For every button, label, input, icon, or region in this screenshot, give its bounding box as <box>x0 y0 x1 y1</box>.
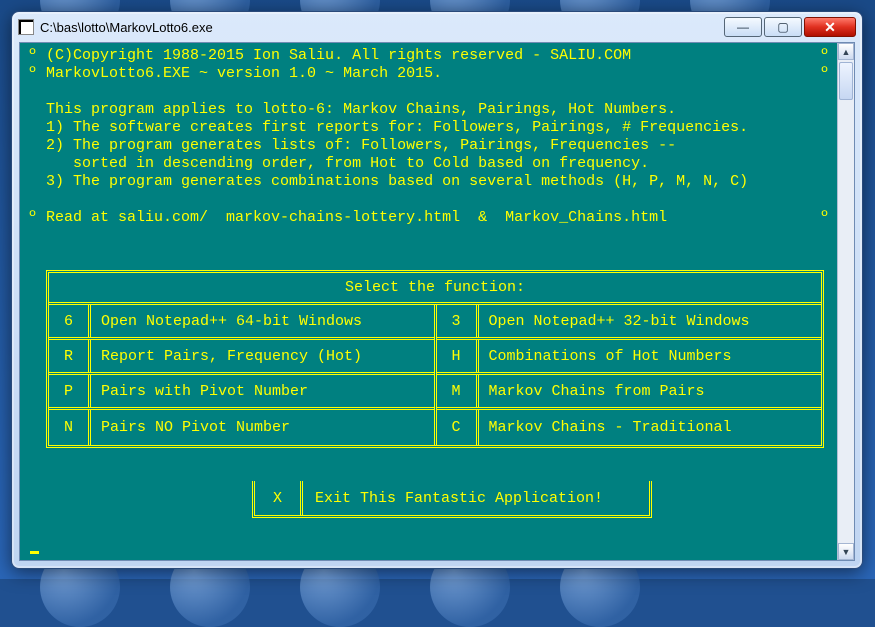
menu-key: H <box>437 340 479 372</box>
intro-line: This program applies to lotto-6: Markov … <box>46 101 676 118</box>
point2a-line: 2) The program generates lists of: Follo… <box>46 137 676 154</box>
maximize-button[interactable]: ▢ <box>764 17 802 37</box>
maximize-icon: ▢ <box>777 20 788 34</box>
menu-key: M <box>437 375 479 407</box>
menu-item-3[interactable]: 3 Open Notepad++ 32-bit Windows <box>437 305 822 340</box>
scroll-thumb[interactable] <box>839 62 853 100</box>
menu-label: Pairs with Pivot Number <box>91 383 434 400</box>
readat-line: Read at saliu.com/ markov-chains-lottery… <box>46 209 667 226</box>
menu-item-n[interactable]: N Pairs NO Pivot Number <box>49 410 434 445</box>
close-button[interactable]: ✕ <box>804 17 856 37</box>
menu-key: 6 <box>49 305 91 337</box>
menu-label: Combinations of Hot Numbers <box>479 348 822 365</box>
menu-item-h[interactable]: H Combinations of Hot Numbers <box>437 340 822 375</box>
menu-col-left: 6 Open Notepad++ 64-bit Windows R Report… <box>49 305 437 445</box>
menu-label: Open Notepad++ 64-bit Windows <box>91 313 434 330</box>
close-icon: ✕ <box>824 19 836 36</box>
chevron-up-icon: ▲ <box>842 47 851 57</box>
version-line: MarkovLotto6.EXE ~ version 1.0 ~ March 2… <box>46 65 442 82</box>
menu-title: Select the function: <box>49 273 821 305</box>
menu-label: Pairs NO Pivot Number <box>91 419 434 436</box>
window-title: C:\bas\lotto\MarkovLotto6.exe <box>40 20 716 35</box>
app-window: C:\bas\lotto\MarkovLotto6.exe — ▢ ✕ º (C… <box>11 11 863 569</box>
menu-item-r[interactable]: R Report Pairs, Frequency (Hot) <box>49 340 434 375</box>
menu-label: Markov Chains from Pairs <box>479 383 822 400</box>
chevron-down-icon: ▼ <box>842 547 851 557</box>
minimize-button[interactable]: — <box>724 17 762 37</box>
scroll-down-button[interactable]: ▼ <box>838 543 854 560</box>
menu-key: P <box>49 375 91 407</box>
console-client-area: º (C)Copyright 1988-2015 Ion Saliu. All … <box>19 42 855 561</box>
menu-label: Exit This Fantastic Application! <box>303 490 649 507</box>
menu-item-6[interactable]: 6 Open Notepad++ 64-bit Windows <box>49 305 434 340</box>
scroll-track[interactable] <box>838 60 854 543</box>
menu-key: C <box>437 410 479 445</box>
menu-key: N <box>49 410 91 445</box>
menu-key: R <box>49 340 91 372</box>
menu-item-exit[interactable]: X Exit This Fantastic Application! <box>252 481 652 518</box>
menu-item-c[interactable]: C Markov Chains - Traditional <box>437 410 822 445</box>
menu-box: Select the function: 6 Open Notepad++ 64… <box>46 270 824 448</box>
point1-line: 1) The software creates first reports fo… <box>46 119 748 136</box>
menu-label: Open Notepad++ 32-bit Windows <box>479 313 822 330</box>
menu-key: 3 <box>437 305 479 337</box>
menu-label: Markov Chains - Traditional <box>479 419 822 436</box>
window-buttons: — ▢ ✕ <box>722 17 856 37</box>
point3-line: 3) The program generates combinations ba… <box>46 173 748 190</box>
menu-item-p[interactable]: P Pairs with Pivot Number <box>49 375 434 410</box>
menu-item-m[interactable]: M Markov Chains from Pairs <box>437 375 822 410</box>
copyright-line: (C)Copyright 1988-2015 Ion Saliu. All ri… <box>46 47 631 64</box>
menu-col-right: 3 Open Notepad++ 32-bit Windows H Combin… <box>437 305 822 445</box>
point2b-line: sorted in descending order, from Hot to … <box>46 155 649 172</box>
menu-label: Report Pairs, Frequency (Hot) <box>91 348 434 365</box>
vertical-scrollbar[interactable]: ▲ ▼ <box>837 43 854 560</box>
menu-key: X <box>255 481 303 515</box>
titlebar[interactable]: C:\bas\lotto\MarkovLotto6.exe — ▢ ✕ <box>12 12 862 42</box>
window-icon <box>18 19 34 35</box>
minimize-icon: — <box>737 20 749 34</box>
scroll-up-button[interactable]: ▲ <box>838 43 854 60</box>
text-cursor <box>30 551 39 554</box>
